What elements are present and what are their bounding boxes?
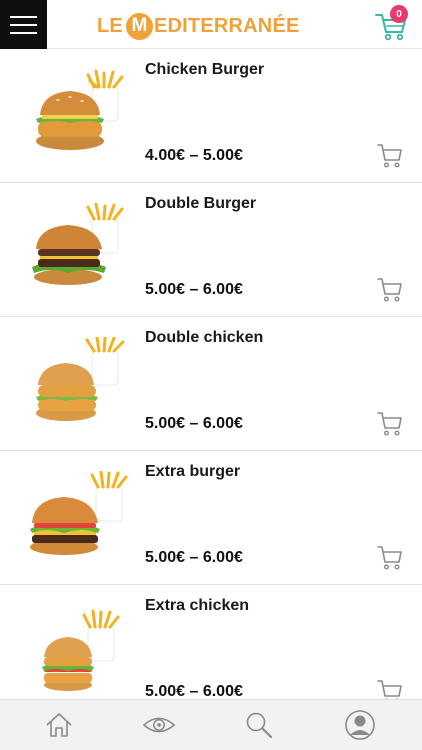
home-icon: [46, 713, 72, 737]
nav-home-button[interactable]: [42, 708, 76, 742]
product-price: 5.00€ – 6.00€: [145, 683, 243, 699]
app-header: LE M EDITERRANÉE 0: [0, 0, 422, 49]
product-name[interactable]: Extra chicken: [145, 597, 249, 615]
product-name[interactable]: Chicken Burger: [145, 61, 264, 79]
add-to-cart-icon[interactable]: [376, 409, 404, 437]
bottom-nav: [0, 699, 422, 750]
add-to-cart-icon[interactable]: [376, 141, 404, 169]
account-icon: [345, 710, 375, 740]
add-to-cart-icon[interactable]: [376, 275, 404, 303]
hamburger-icon: [10, 15, 37, 18]
search-icon: [246, 712, 272, 738]
product-item[interactable]: Double Burger 5.00€ – 6.00€: [0, 183, 422, 317]
product-list: Chicken Burger 4.00€ – 5.00€ Double Burg…: [0, 49, 422, 699]
product-price: 5.00€ – 6.00€: [145, 415, 243, 432]
logo[interactable]: LE M EDITERRANÉE: [97, 12, 300, 40]
add-to-cart-icon[interactable]: [376, 677, 404, 699]
product-item[interactable]: Double chicken 5.00€ – 6.00€: [0, 317, 422, 451]
double-burger-image[interactable]: [26, 203, 130, 293]
burger-icon: [36, 363, 98, 421]
extra-burger-image[interactable]: [26, 471, 130, 561]
product-name[interactable]: Extra burger: [145, 463, 240, 481]
nav-account-button[interactable]: [343, 708, 377, 742]
burger-icon: [30, 497, 100, 555]
logo-prefix: LE: [97, 14, 123, 37]
add-to-cart-icon[interactable]: [376, 543, 404, 571]
chicken-burger-image[interactable]: [26, 69, 130, 159]
product-name[interactable]: Double Burger: [145, 195, 256, 213]
logo-rest: EDITERRANÉE: [153, 14, 300, 37]
eye-icon: [142, 717, 176, 733]
double-chicken-image[interactable]: [26, 337, 130, 427]
product-price: 4.00€ – 5.00€: [145, 147, 243, 164]
extra-chicken-image[interactable]: [26, 605, 130, 695]
menu-button[interactable]: [0, 0, 47, 49]
product-item[interactable]: Chicken Burger 4.00€ – 5.00€: [0, 49, 422, 183]
product-item[interactable]: Extra burger 5.00€ – 6.00€: [0, 451, 422, 585]
fries-icon: [85, 337, 125, 386]
product-price: 5.00€ – 6.00€: [145, 549, 243, 566]
cart-count-badge: 0: [390, 5, 408, 23]
product-price: 5.00€ – 6.00€: [145, 281, 243, 298]
nav-search-button[interactable]: [242, 708, 276, 742]
logo-circle-letter: M: [125, 12, 153, 40]
nav-view-button[interactable]: [142, 708, 176, 742]
burger-icon: [42, 637, 94, 691]
product-name[interactable]: Double chicken: [145, 329, 263, 347]
fries-icon: [90, 471, 128, 522]
product-item[interactable]: Extra chicken 5.00€ – 6.00€: [0, 585, 422, 699]
